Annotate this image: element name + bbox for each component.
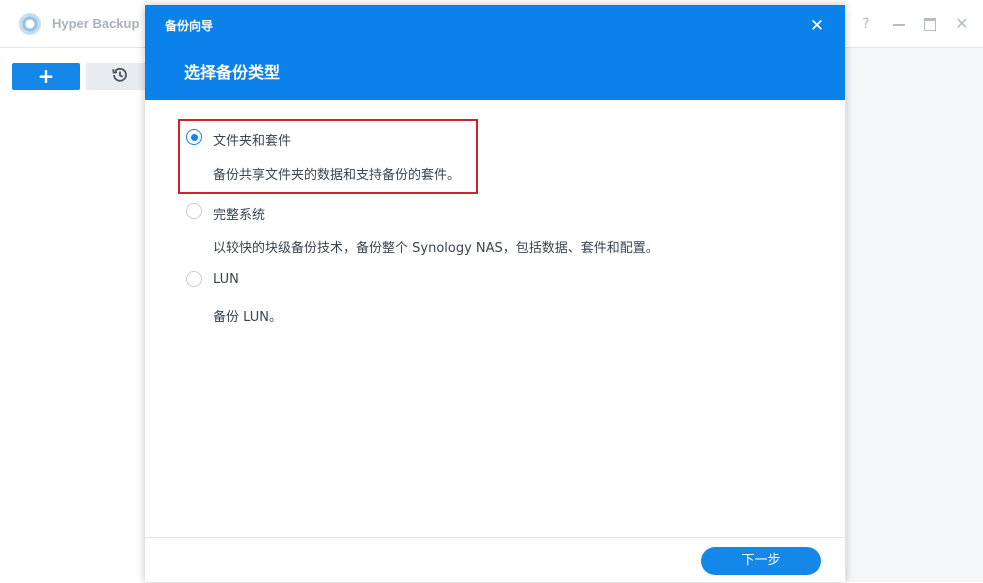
app-title: Hyper Backup bbox=[52, 16, 140, 31]
maximize-icon[interactable] bbox=[920, 12, 940, 36]
backup-wizard-dialog: 备份向导 ✕ 选择备份类型 文件夹和套件 备份共享文件夹的数据和支持备份的套件。… bbox=[145, 5, 845, 582]
help-icon[interactable]: ? bbox=[856, 12, 876, 36]
radio-lun[interactable] bbox=[186, 271, 202, 287]
minimize-icon[interactable] bbox=[889, 12, 909, 36]
option-description: 备份共享文件夹的数据和支持备份的套件。 bbox=[213, 168, 461, 183]
dialog-close-icon[interactable]: ✕ bbox=[805, 14, 829, 38]
option-label: LUN bbox=[213, 272, 239, 287]
app-main-panel bbox=[846, 48, 983, 582]
radio-entire-system[interactable] bbox=[186, 203, 202, 219]
option-label: 文件夹和套件 bbox=[213, 134, 292, 149]
history-icon bbox=[112, 67, 127, 82]
option-label: 完整系统 bbox=[213, 208, 266, 223]
next-button[interactable]: 下一步 bbox=[701, 547, 821, 575]
restore-history-button[interactable] bbox=[86, 63, 154, 90]
hyper-backup-logo-icon bbox=[19, 13, 41, 35]
radio-folders-and-packages[interactable] bbox=[186, 129, 202, 145]
window-close-icon[interactable]: ✕ bbox=[952, 12, 972, 36]
add-button[interactable]: + bbox=[12, 63, 80, 90]
dialog-heading: 选择备份类型 bbox=[184, 63, 281, 82]
option-description: 以较快的块级备份技术，备份整个 Synology NAS，包括数据、套件和配置。 bbox=[213, 241, 659, 256]
dialog-header: 备份向导 ✕ 选择备份类型 bbox=[145, 5, 845, 100]
dialog-caption: 备份向导 bbox=[165, 19, 214, 33]
option-description: 备份 LUN。 bbox=[213, 310, 282, 325]
app-sidebar bbox=[0, 48, 160, 582]
